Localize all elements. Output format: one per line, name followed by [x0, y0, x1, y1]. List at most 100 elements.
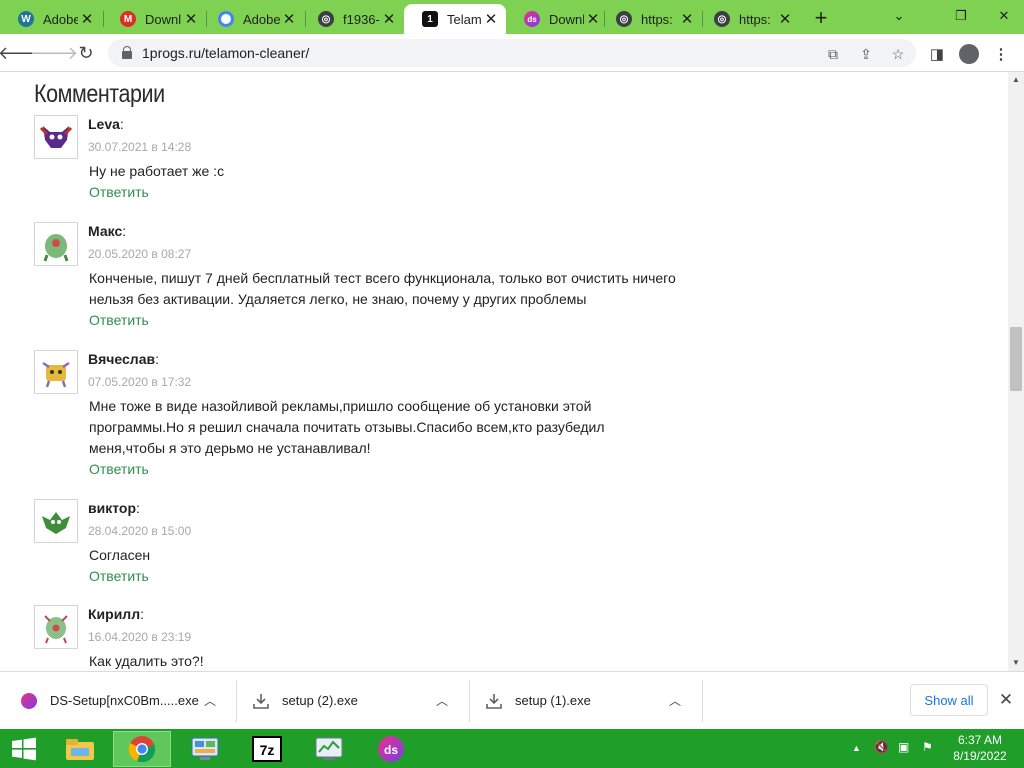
start-button[interactable] — [0, 731, 48, 767]
comment-author: Макс — [88, 223, 123, 239]
tab-strip: W Adobe ✕ M Downl ✕ Adobe ✕ ◎ f1936- ✕ 1… — [0, 0, 1024, 34]
google-icon — [218, 11, 234, 27]
scroll-up-arrow-icon[interactable]: ▲ — [1011, 75, 1021, 85]
comment-item: Кирилл: 16.04.2020 в 23:19 Как удалить э… — [34, 605, 694, 671]
close-icon[interactable]: ✕ — [380, 10, 398, 28]
avatar — [34, 499, 78, 543]
comment-text: Как удалить это?! — [89, 653, 204, 669]
show-hidden-icons-button[interactable]: ▲ — [852, 743, 861, 753]
close-icon[interactable]: ✕ — [78, 10, 96, 28]
browser-toolbar: 🡐 🡒 ↻ 1progs.ru/telamon-cleaner/ ⧉ ⇪ ☆ ◨… — [0, 34, 1024, 72]
comment-date: 16.04.2020 в 23:19 — [88, 630, 192, 644]
new-tab-button[interactable]: + — [809, 5, 833, 30]
profile-avatar-icon[interactable] — [958, 43, 980, 65]
tab-https-2[interactable]: ◎ https: ✕ — [696, 4, 800, 34]
comments-title: Комментарии — [34, 80, 165, 108]
download-filename: setup (2).exe — [282, 693, 358, 708]
translate-icon[interactable]: ⧉ — [824, 45, 842, 63]
download-item[interactable]: DS-Setup[nxC0Bm.....exe ︿ — [20, 672, 220, 729]
reply-link[interactable]: Ответить — [89, 459, 629, 479]
ds-icon: ds — [524, 11, 540, 27]
chevron-up-icon[interactable]: ︿ — [432, 692, 452, 709]
bookmark-star-icon[interactable]: ☆ — [889, 45, 907, 63]
close-icon[interactable]: ✕ — [280, 10, 298, 28]
file-explorer-icon[interactable] — [51, 731, 109, 767]
reply-link[interactable]: Ответить — [89, 566, 689, 586]
reply-link[interactable]: Ответить — [89, 310, 689, 330]
comment-item: Вячеслав: 07.05.2020 в 17:32 Мне тоже в … — [34, 350, 694, 500]
page-scrollbar[interactable]: ▲ ▼ — [1008, 72, 1024, 671]
svg-text:ds: ds — [384, 743, 398, 757]
globe-icon: ◎ — [616, 11, 632, 27]
download-filename: setup (1).exe — [515, 693, 591, 708]
site-1-icon: 1 — [422, 11, 438, 27]
task-manager-icon[interactable] — [300, 731, 358, 767]
side-panel-icon[interactable]: ◨ — [926, 43, 948, 65]
url-text[interactable]: 1progs.ru/telamon-cleaner/ — [142, 45, 309, 61]
close-icon[interactable]: ✕ — [776, 10, 794, 28]
avatar — [34, 350, 78, 394]
comment-author: Leva — [88, 116, 120, 132]
share-icon[interactable]: ⇪ — [857, 45, 875, 63]
globe-icon: ◎ — [318, 11, 334, 27]
comment-text: Конченые, пишут 7 дней бесплатный тест в… — [89, 270, 676, 307]
chrome-icon[interactable] — [113, 731, 171, 767]
action-center-icon[interactable]: ⚑ — [922, 740, 933, 754]
clock-date: 8/19/2022 — [953, 749, 1007, 763]
svg-text:7z: 7z — [260, 742, 275, 758]
ds-app-icon[interactable]: ds — [362, 731, 420, 767]
tab-telamon[interactable]: 1 Telam ✕ — [404, 4, 506, 34]
lock-icon[interactable] — [122, 46, 132, 59]
comment-date: 07.05.2020 в 17:32 — [88, 375, 192, 389]
scroll-down-arrow-icon[interactable]: ▼ — [1011, 658, 1021, 668]
tab-https-1[interactable]: ◎ https: ✕ — [598, 4, 702, 34]
comment-text: Согласен — [89, 547, 151, 563]
tab-adobe-1[interactable]: W Adobe ✕ — [0, 4, 102, 34]
comment-date: 28.04.2020 в 15:00 — [88, 524, 192, 538]
close-icon[interactable]: ✕ — [678, 10, 696, 28]
restore-window-button[interactable]: ❐ — [941, 5, 981, 27]
download-shelf: DS-Setup[nxC0Bm.....exe ︿ setup (2).exe … — [0, 671, 1024, 729]
reply-link[interactable]: Ответить — [89, 182, 689, 202]
volume-muted-icon[interactable]: 🔇 — [874, 740, 889, 754]
7zip-icon[interactable]: 7z — [238, 731, 296, 767]
download-file-icon — [252, 692, 270, 710]
windows-taskbar: 7z ds ▲ 🔇 ▣ ⚑ 6:37 AM 8/19/2022 — [0, 729, 1024, 768]
page-content: Комментарии Leva: 30.07.2021 в 14:28 Ну … — [0, 72, 1008, 671]
close-icon[interactable]: ✕ — [482, 10, 500, 28]
system-clock[interactable]: 6:37 AM 8/19/2022 — [945, 732, 1015, 764]
chevron-up-icon[interactable]: ︿ — [200, 692, 220, 709]
tab-search-button[interactable]: ⌄ — [879, 5, 919, 27]
menu-kebab-icon[interactable]: ⋮ — [990, 43, 1012, 65]
ds-file-icon — [20, 692, 38, 710]
avatar — [34, 222, 78, 266]
comment-date: 30.07.2021 в 14:28 — [88, 140, 192, 154]
wordpress-icon: W — [18, 11, 34, 27]
download-item[interactable]: setup (2).exe ︿ — [252, 672, 452, 729]
comment-author: Вячеслав — [88, 351, 156, 367]
chevron-up-icon[interactable]: ︿ — [665, 692, 685, 709]
comment-text: Мне тоже в виде назойливой рекламы,пришл… — [89, 398, 605, 456]
gmail-icon: M — [120, 11, 136, 27]
download-item[interactable]: setup (1).exe ︿ — [485, 672, 685, 729]
avatar — [34, 605, 78, 649]
tab-f1936[interactable]: ◎ f1936- ✕ — [300, 4, 404, 34]
control-panel-icon[interactable] — [176, 731, 234, 767]
address-bar[interactable]: 1progs.ru/telamon-cleaner/ ⧉ ⇪ ☆ — [108, 39, 916, 67]
comment-text: Ну не работает же :c — [89, 163, 225, 179]
close-window-button[interactable]: ✕ — [984, 5, 1024, 27]
forward-button[interactable]: 🡒 — [30, 41, 78, 65]
scroll-thumb[interactable] — [1010, 327, 1022, 391]
clock-time: 6:37 AM — [957, 733, 1003, 747]
comment-author: Кирилл — [88, 606, 141, 622]
show-all-button[interactable]: Show all — [910, 684, 988, 716]
network-icon[interactable]: ▣ — [898, 740, 909, 754]
comment-item: Leva: 30.07.2021 в 14:28 Ну не работает … — [34, 115, 694, 225]
close-icon[interactable]: ✕ — [996, 690, 1016, 710]
tab-download-1[interactable]: M Downl ✕ — [102, 4, 206, 34]
tab-download-2[interactable]: ds Downl ✕ — [506, 4, 608, 34]
avatar — [34, 115, 78, 159]
close-icon[interactable]: ✕ — [182, 10, 200, 28]
tab-adobe-2[interactable]: Adobe ✕ — [200, 4, 304, 34]
reload-button[interactable]: ↻ — [73, 41, 99, 65]
